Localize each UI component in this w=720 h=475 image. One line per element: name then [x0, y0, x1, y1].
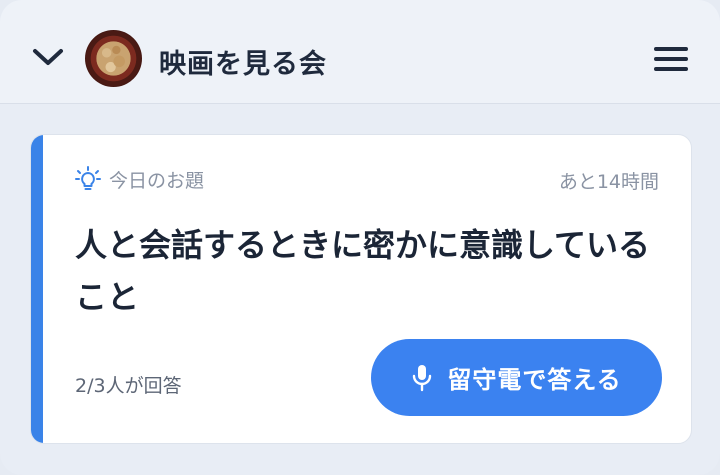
- microphone-icon: [413, 364, 432, 391]
- voicemail-answer-button[interactable]: 留守電で答える: [371, 339, 662, 416]
- group-avatar[interactable]: [85, 30, 142, 87]
- topic-label-row: 今日のお題: [75, 165, 204, 193]
- card-accent-bar: [31, 135, 43, 443]
- group-name: 映画を見る会: [159, 49, 327, 80]
- topic-question: 人と会話するときに密かに意識していること: [75, 226, 651, 316]
- group-header: 映画を見る会: [0, 0, 720, 104]
- topic-label: 今日のお題: [109, 169, 205, 192]
- topic-card: 今日のお題 あと14時間 人と会話するときに密かに意識していること 2/3人が回…: [30, 134, 692, 444]
- hamburger-menu-icon[interactable]: [652, 45, 690, 73]
- time-remaining: あと14時間: [558, 171, 659, 193]
- lightbulb-icon: [75, 166, 101, 190]
- answer-count: 2/3人が回答: [75, 375, 182, 397]
- app-frame: 映画を見る会 今日のお題 あと14時間 人と会話するときに密かに意識していること…: [0, 0, 720, 475]
- chevron-down-icon[interactable]: [30, 44, 66, 70]
- answer-button-label: 留守電で答える: [447, 366, 622, 394]
